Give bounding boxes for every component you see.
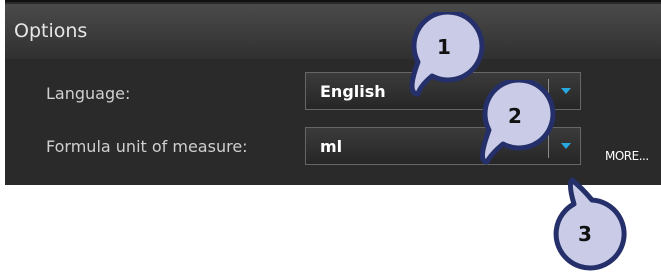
callout-3-number: 3 (578, 222, 592, 246)
options-title: Options (14, 20, 88, 42)
formula-unit-label: Formula unit of measure: (46, 137, 248, 156)
more-link[interactable]: MORE... (605, 149, 649, 163)
callout-2-number: 2 (508, 104, 522, 128)
options-header: Options (5, 4, 661, 59)
formula-unit-select-value: ml (320, 137, 343, 156)
language-label: Language: (46, 84, 131, 103)
callout-2-icon: 2 (480, 80, 556, 165)
language-select-value: English (320, 82, 386, 101)
callout-3-icon: 3 (553, 177, 627, 271)
callout-1-number: 1 (437, 35, 451, 59)
